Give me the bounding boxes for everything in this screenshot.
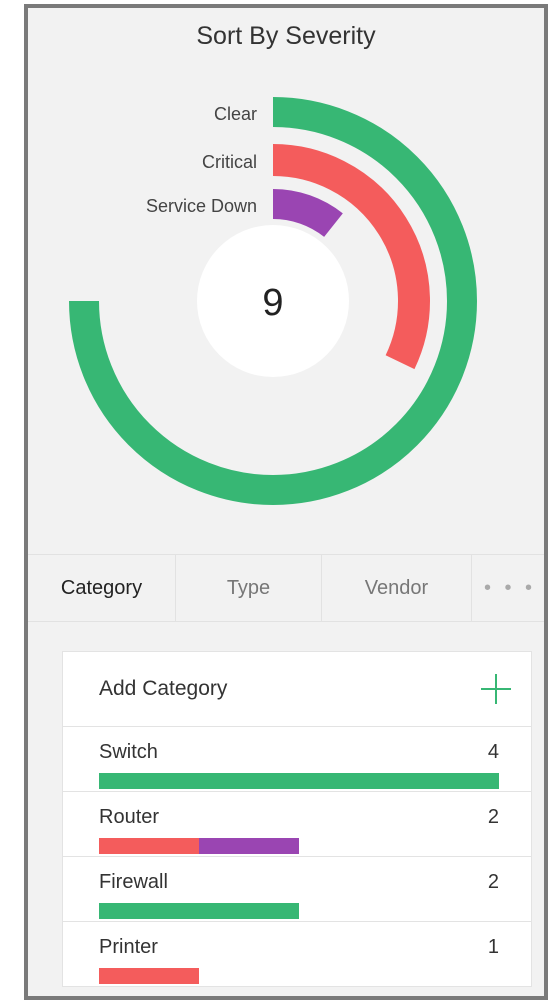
- category-list: Add Category Switch 4 Router 2 Firewall 2 Prin…: [62, 651, 532, 987]
- category-name: Firewall: [99, 871, 168, 893]
- category-item-printer[interactable]: Printer 1: [63, 922, 531, 986]
- category-name: Router: [99, 806, 160, 828]
- category-item-router[interactable]: Router 2: [63, 792, 531, 857]
- bar-segment-clear: [99, 903, 299, 919]
- tab-type[interactable]: Type: [176, 555, 322, 621]
- legend-label-service-down: Service Down: [146, 196, 257, 216]
- bar-segment-clear: [99, 773, 499, 789]
- severity-panel: Sort By Severity Clear Critical Service Do…: [24, 4, 548, 1000]
- tab-more[interactable]: • • •: [472, 555, 544, 621]
- category-item-firewall[interactable]: Firewall 2: [63, 857, 531, 922]
- plus-icon[interactable]: [481, 674, 511, 704]
- category-name: Switch: [99, 741, 158, 763]
- bar-segment-critical: [99, 838, 199, 854]
- bar-segment-critical: [99, 968, 199, 984]
- legend-label-clear: Clear: [214, 104, 257, 124]
- category-count: 1: [487, 936, 499, 958]
- radial-bar-service-down[interactable]: [272, 189, 343, 238]
- severity-bar: [99, 968, 499, 984]
- severity-bar: [99, 903, 499, 919]
- tab-vendor[interactable]: Vendor: [322, 555, 472, 621]
- legend-label-critical: Critical: [202, 152, 257, 172]
- center-total: 9: [262, 282, 283, 324]
- category-item-switch[interactable]: Switch 4: [63, 727, 531, 792]
- severity-bar: [99, 773, 499, 789]
- tab-category[interactable]: Category: [28, 555, 176, 621]
- bar-segment-service-down: [199, 838, 299, 854]
- add-category-label: Add Category: [99, 677, 228, 700]
- severity-radial-chart: Clear Critical Service Down 9: [69, 97, 477, 505]
- category-count: 2: [487, 871, 499, 893]
- category-count: 2: [487, 806, 499, 828]
- category-count: 4: [487, 741, 499, 763]
- severity-bar: [99, 838, 499, 854]
- tab-bar: Category Type Vendor • • •: [28, 554, 544, 622]
- add-category-row[interactable]: Add Category: [63, 652, 531, 727]
- category-name: Printer: [99, 936, 158, 958]
